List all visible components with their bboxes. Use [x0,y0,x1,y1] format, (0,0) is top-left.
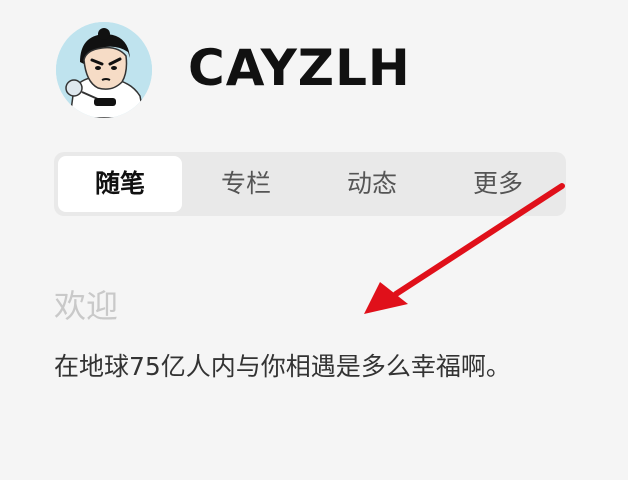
avatar[interactable] [56,22,152,118]
cartoon-boy-avatar-icon [56,22,152,118]
tab-activity[interactable]: 动态 [310,156,434,212]
tab-columns[interactable]: 专栏 [184,156,308,212]
welcome-message: 在地球75亿人内与你相遇是多么幸福啊。 [54,352,511,381]
tab-more[interactable]: 更多 [436,156,560,212]
profile-name: CAYZLH [188,39,411,97]
welcome-title: 欢迎 [54,287,119,325]
tab-bar: 随笔 专栏 动态 更多 [54,152,566,216]
tab-essays[interactable]: 随笔 [58,156,182,212]
